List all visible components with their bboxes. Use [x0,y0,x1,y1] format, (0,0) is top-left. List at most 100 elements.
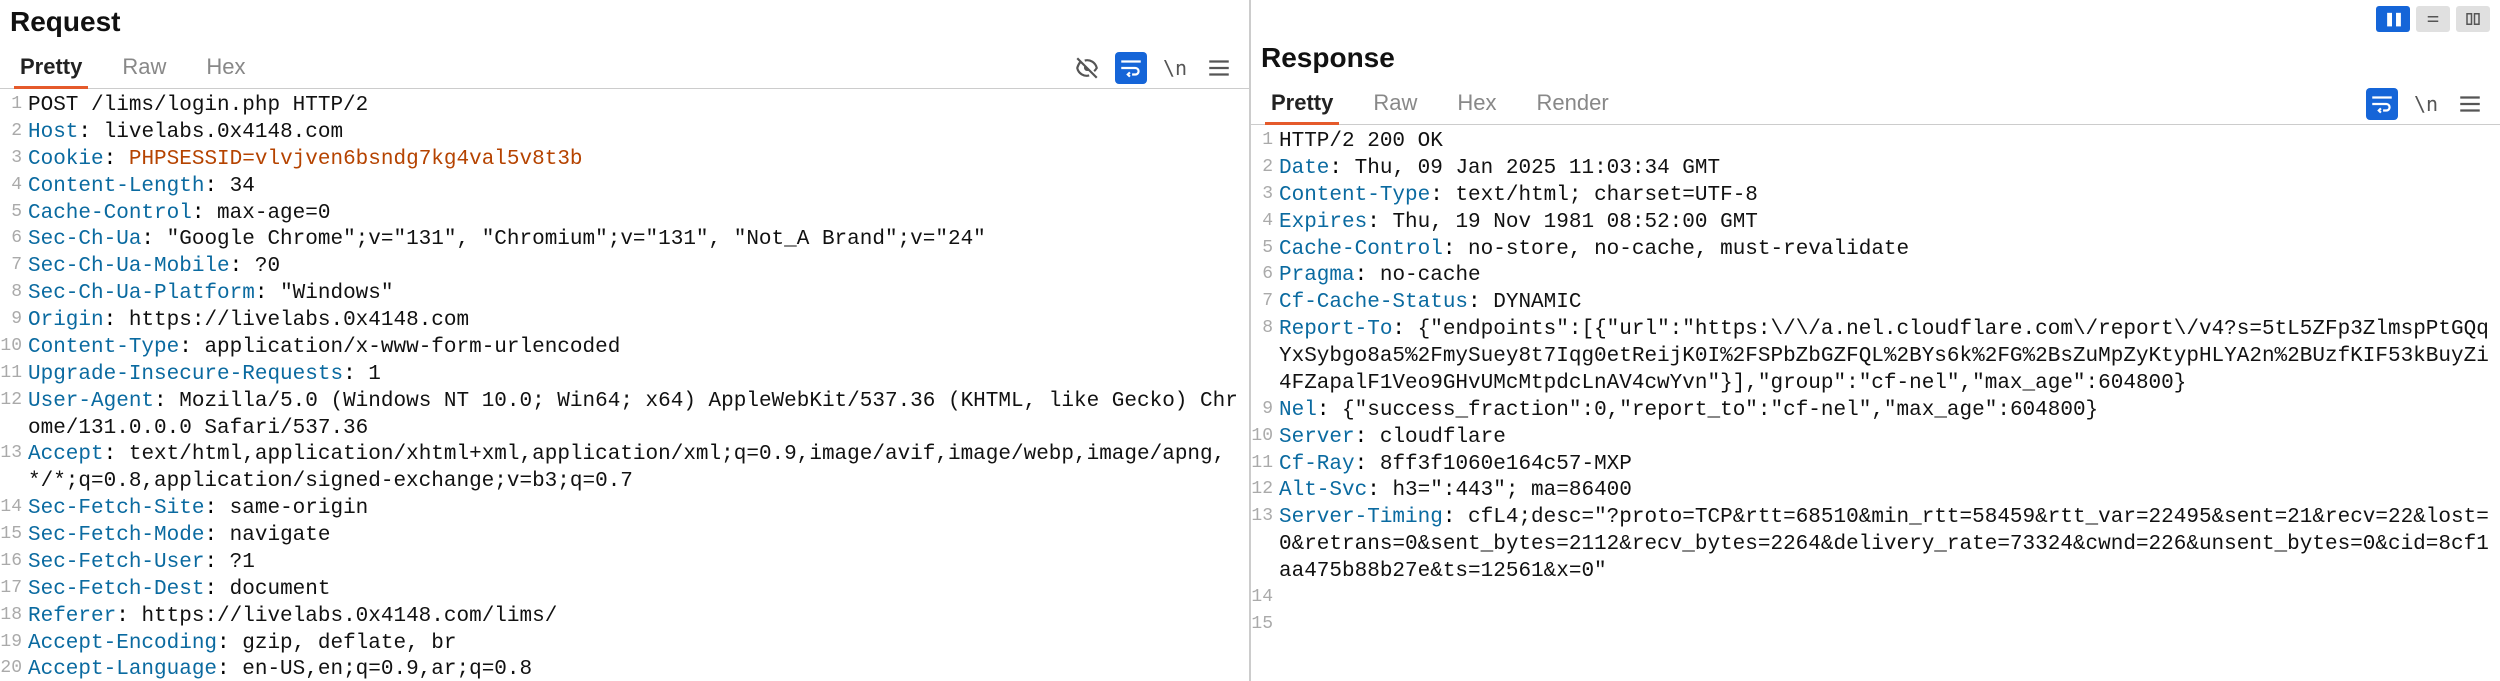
code-line[interactable]: Nel: {"success_fraction":0,"report_to":"… [1279,398,2500,425]
response-tab-row: Pretty Raw Hex Render \n [1251,84,2500,125]
code-line[interactable]: Server: cloudflare [1279,425,2500,452]
tab-raw[interactable]: Raw [1367,84,1423,125]
code-line[interactable]: Host: livelabs.0x4148.com [28,120,1249,147]
line-number: 2 [0,120,28,147]
tab-pretty[interactable]: Pretty [14,48,88,89]
response-panel: ❚❚ Response Pretty Raw Hex Render \n 1HTTP/… [1251,0,2500,681]
code-line[interactable]: Sec-Fetch-Mode: navigate [28,523,1249,550]
line-number: 16 [0,550,28,577]
equal-button[interactable] [2416,6,2450,32]
hide-icon[interactable] [1071,52,1103,84]
code-line[interactable]: Content-Type: application/x-www-form-url… [28,335,1249,362]
top-toolbar: ❚❚ [1251,0,2500,36]
tab-render[interactable]: Render [1531,84,1615,125]
line-number: 6 [0,227,28,254]
code-line[interactable]: User-Agent: Mozilla/5.0 (Windows NT 10.0… [28,389,1249,443]
line-number: 6 [1251,263,1279,290]
response-row-icons: \n [2362,86,2490,122]
request-row-icons: \n [1067,50,1239,86]
code-line[interactable] [1279,613,2500,640]
line-number: 1 [0,93,28,120]
tab-pretty[interactable]: Pretty [1265,84,1339,125]
request-tab-row: Pretty Raw Hex \n [0,48,1249,89]
code-line[interactable]: Date: Thu, 09 Jan 2025 11:03:34 GMT [1279,156,2500,183]
request-tabs: Pretty Raw Hex [0,48,252,88]
wrap-icon[interactable] [2366,88,2398,120]
line-number: 8 [1251,317,1279,398]
code-line[interactable]: Accept: text/html,application/xhtml+xml,… [28,442,1249,496]
line-number: 15 [0,523,28,550]
code-line[interactable]: Content-Type: text/html; charset=UTF-8 [1279,183,2500,210]
code-line[interactable]: Accept-Encoding: gzip, deflate, br [28,631,1249,658]
line-number: 11 [1251,452,1279,479]
code-line[interactable] [1279,586,2500,613]
code-line[interactable]: Content-Length: 34 [28,174,1249,201]
line-number: 17 [0,577,28,604]
newline-icon[interactable]: \n [1159,52,1191,84]
line-number: 4 [0,174,28,201]
menu-icon[interactable] [2454,88,2486,120]
request-panel: Request Pretty Raw Hex \n 1POST /lims/logi… [0,0,1251,681]
line-number: 7 [1251,290,1279,317]
request-editor[interactable]: 1POST /lims/login.php HTTP/22Host: livel… [0,89,1249,681]
line-number: 8 [0,281,28,308]
line-number: 3 [1251,183,1279,210]
code-line[interactable]: Cf-Cache-Status: DYNAMIC [1279,290,2500,317]
code-line[interactable]: Cache-Control: max-age=0 [28,201,1249,228]
code-line[interactable]: Upgrade-Insecure-Requests: 1 [28,362,1249,389]
code-line[interactable]: Sec-Fetch-User: ?1 [28,550,1249,577]
columns-button[interactable] [2456,6,2490,32]
line-number: 14 [0,496,28,523]
code-line[interactable]: Sec-Fetch-Dest: document [28,577,1249,604]
code-line[interactable]: Cf-Ray: 8ff3f1060e164c57-MXP [1279,452,2500,479]
line-number: 12 [0,389,28,443]
line-number: 11 [0,362,28,389]
tab-hex[interactable]: Hex [1451,84,1502,125]
line-number: 15 [1251,613,1279,640]
wrap-icon[interactable] [1115,52,1147,84]
line-number: 9 [0,308,28,335]
code-line[interactable]: Alt-Svc: h3=":443"; ma=86400 [1279,478,2500,505]
line-number: 2 [1251,156,1279,183]
code-line[interactable]: Referer: https://livelabs.0x4148.com/lim… [28,604,1249,631]
request-title: Request [0,0,1249,48]
code-line[interactable]: Server-Timing: cfL4;desc="?proto=TCP&rtt… [1279,505,2500,586]
menu-icon[interactable] [1203,52,1235,84]
code-line[interactable]: Cache-Control: no-store, no-cache, must-… [1279,237,2500,264]
line-number: 13 [1251,505,1279,586]
line-number: 19 [0,631,28,658]
code-line[interactable]: Pragma: no-cache [1279,263,2500,290]
response-tabs: Pretty Raw Hex Render [1251,84,1615,124]
line-number: 10 [1251,425,1279,452]
tab-raw[interactable]: Raw [116,48,172,89]
line-number: 20 [0,657,28,681]
code-line[interactable]: Sec-Ch-Ua-Mobile: ?0 [28,254,1249,281]
newline-icon[interactable]: \n [2410,88,2442,120]
line-number: 18 [0,604,28,631]
response-title: Response [1251,36,2500,84]
line-number: 9 [1251,398,1279,425]
code-line[interactable]: Sec-Ch-Ua-Platform: "Windows" [28,281,1249,308]
code-line[interactable]: Accept-Language: en-US,en;q=0.9,ar;q=0.8 [28,657,1249,681]
line-number: 12 [1251,478,1279,505]
code-line[interactable]: HTTP/2 200 OK [1279,129,2500,156]
line-number: 5 [1251,237,1279,264]
code-line[interactable]: Report-To: {"endpoints":[{"url":"https:\… [1279,317,2500,398]
line-number: 3 [0,147,28,174]
line-number: 14 [1251,586,1279,613]
code-line[interactable]: Sec-Fetch-Site: same-origin [28,496,1249,523]
tab-hex[interactable]: Hex [200,48,251,89]
code-line[interactable]: Origin: https://livelabs.0x4148.com [28,308,1249,335]
line-number: 7 [0,254,28,281]
code-line[interactable]: POST /lims/login.php HTTP/2 [28,93,1249,120]
line-number: 4 [1251,210,1279,237]
code-line[interactable]: Cookie: PHPSESSID=vlvjven6bsndg7kg4val5v… [28,147,1249,174]
line-number: 10 [0,335,28,362]
line-number: 5 [0,201,28,228]
pause-button[interactable]: ❚❚ [2376,6,2410,32]
line-number: 13 [0,442,28,496]
code-line[interactable]: Sec-Ch-Ua: "Google Chrome";v="131", "Chr… [28,227,1249,254]
response-editor[interactable]: 1HTTP/2 200 OK2Date: Thu, 09 Jan 2025 11… [1251,125,2500,681]
code-line[interactable]: Expires: Thu, 19 Nov 1981 08:52:00 GMT [1279,210,2500,237]
line-number: 1 [1251,129,1279,156]
